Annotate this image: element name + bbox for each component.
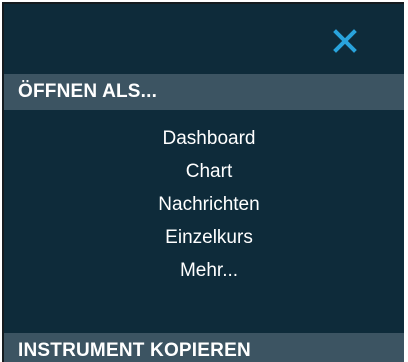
menu-item-dashboard[interactable]: Dashboard — [4, 122, 404, 155]
menu-item-more[interactable]: Mehr... — [4, 254, 404, 287]
menu-item-news[interactable]: Nachrichten — [4, 188, 404, 221]
copy-instrument-header[interactable]: INSTRUMENT KOPIEREN — [4, 333, 404, 362]
close-button[interactable] — [332, 28, 358, 54]
menu-item-chart[interactable]: Chart — [4, 155, 404, 188]
open-as-header: ÖFFNEN ALS... — [4, 74, 404, 110]
popup-top-bar — [4, 4, 404, 74]
open-as-menu: Dashboard Chart Nachrichten Einzelkurs M… — [4, 110, 404, 307]
menu-item-single-quote[interactable]: Einzelkurs — [4, 221, 404, 254]
open-as-popup: ÖFFNEN ALS... Dashboard Chart Nachrichte… — [2, 2, 404, 362]
close-icon — [333, 29, 357, 53]
